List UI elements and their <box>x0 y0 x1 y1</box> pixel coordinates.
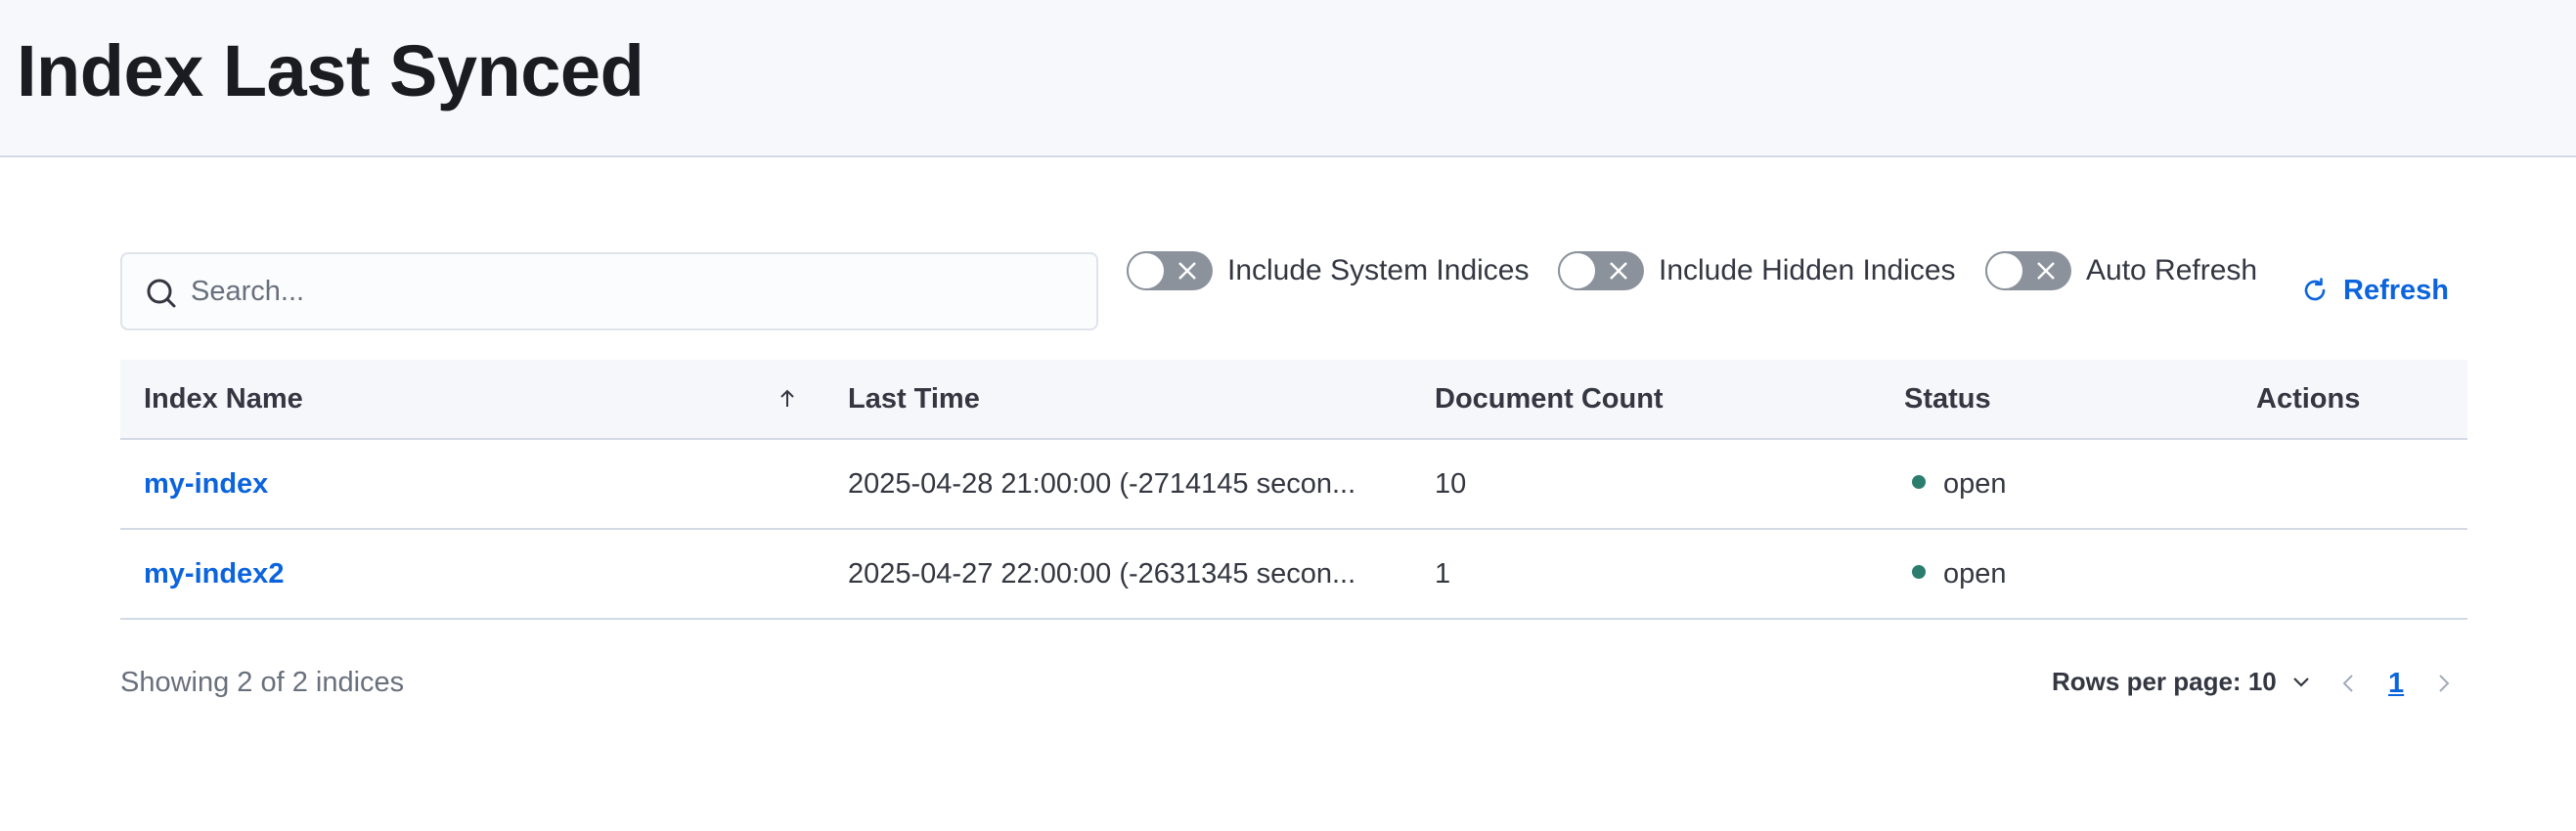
table-row: my-index2 2025-04-27 22:00:00 (-2631345 … <box>120 530 2467 620</box>
arrow-up-icon[interactable] <box>776 387 799 411</box>
column-header-actions: Actions <box>2256 383 2361 415</box>
auto-refresh-switch[interactable] <box>1985 251 2071 290</box>
status-cell: open <box>1912 440 2007 528</box>
close-icon <box>1178 262 1196 280</box>
toggle-label: Include System Indices <box>1227 254 1530 286</box>
close-icon <box>2037 262 2055 280</box>
column-header-status: Status <box>1904 383 1991 415</box>
close-icon <box>1610 262 1627 280</box>
index-name-link[interactable]: my-index <box>144 440 268 528</box>
chevron-right-icon[interactable] <box>2431 672 2455 695</box>
toggle-label: Include Hidden Indices <box>1659 254 1956 286</box>
toggle-auto-refresh[interactable]: Auto Refresh <box>1985 246 2257 295</box>
last-time-cell: 2025-04-28 21:00:00 (-2714145 secon... <box>848 468 1356 500</box>
search-icon <box>147 279 176 308</box>
last-time-cell: 2025-04-27 22:00:00 (-2631345 secon... <box>848 558 1356 590</box>
page-header: Index Last Synced <box>0 0 2576 157</box>
rows-per-page-dropdown[interactable]: Rows per page: 10 <box>2052 667 2312 697</box>
refresh-label: Refresh <box>2343 274 2449 306</box>
page-title: Index Last Synced <box>17 30 644 111</box>
toggle-label: Auto Refresh <box>2086 254 2258 286</box>
chevron-down-icon <box>2292 677 2309 687</box>
switch-knob <box>1127 251 1166 290</box>
showing-count: Showing 2 of 2 indices <box>120 667 405 698</box>
table-row: my-index 2025-04-28 21:00:00 (-2714145 s… <box>120 440 2467 530</box>
include-hidden-indices-switch[interactable] <box>1558 251 1644 290</box>
column-header-last-time: Last Time <box>848 383 980 415</box>
rows-per-page-label: Rows per page: 10 <box>2052 667 2277 696</box>
chevron-left-icon[interactable] <box>2337 672 2361 695</box>
index-name-link[interactable]: my-index2 <box>144 530 284 618</box>
status-cell: open <box>1912 530 2007 618</box>
refresh-button[interactable]: Refresh <box>2300 266 2449 315</box>
status-dot <box>1912 475 1926 490</box>
document-count-cell: 10 <box>1435 468 1467 500</box>
search-box[interactable] <box>120 252 1098 330</box>
search-input[interactable] <box>191 254 1071 328</box>
toggle-include-system-indices[interactable]: Include System Indices <box>1127 246 1529 295</box>
pagination: 1 <box>2337 661 2455 706</box>
column-header-document-count: Document Count <box>1435 383 1664 415</box>
refresh-icon <box>2304 278 2326 301</box>
status-text: open <box>1943 468 2007 500</box>
status-dot <box>1912 565 1926 580</box>
status-text: open <box>1943 558 2007 590</box>
switch-knob <box>1558 251 1597 290</box>
toggle-include-hidden-indices[interactable]: Include Hidden Indices <box>1558 246 1956 295</box>
include-system-indices-switch[interactable] <box>1127 251 1213 290</box>
switch-knob <box>1985 251 2024 290</box>
column-header-index-name[interactable]: Index Name <box>144 360 303 438</box>
indices-table: Index Name Last Time Document Count Stat… <box>120 360 2467 620</box>
page-number-current[interactable]: 1 <box>2388 668 2404 700</box>
document-count-cell: 1 <box>1435 558 1451 590</box>
table-header: Index Name Last Time Document Count Stat… <box>120 360 2467 440</box>
